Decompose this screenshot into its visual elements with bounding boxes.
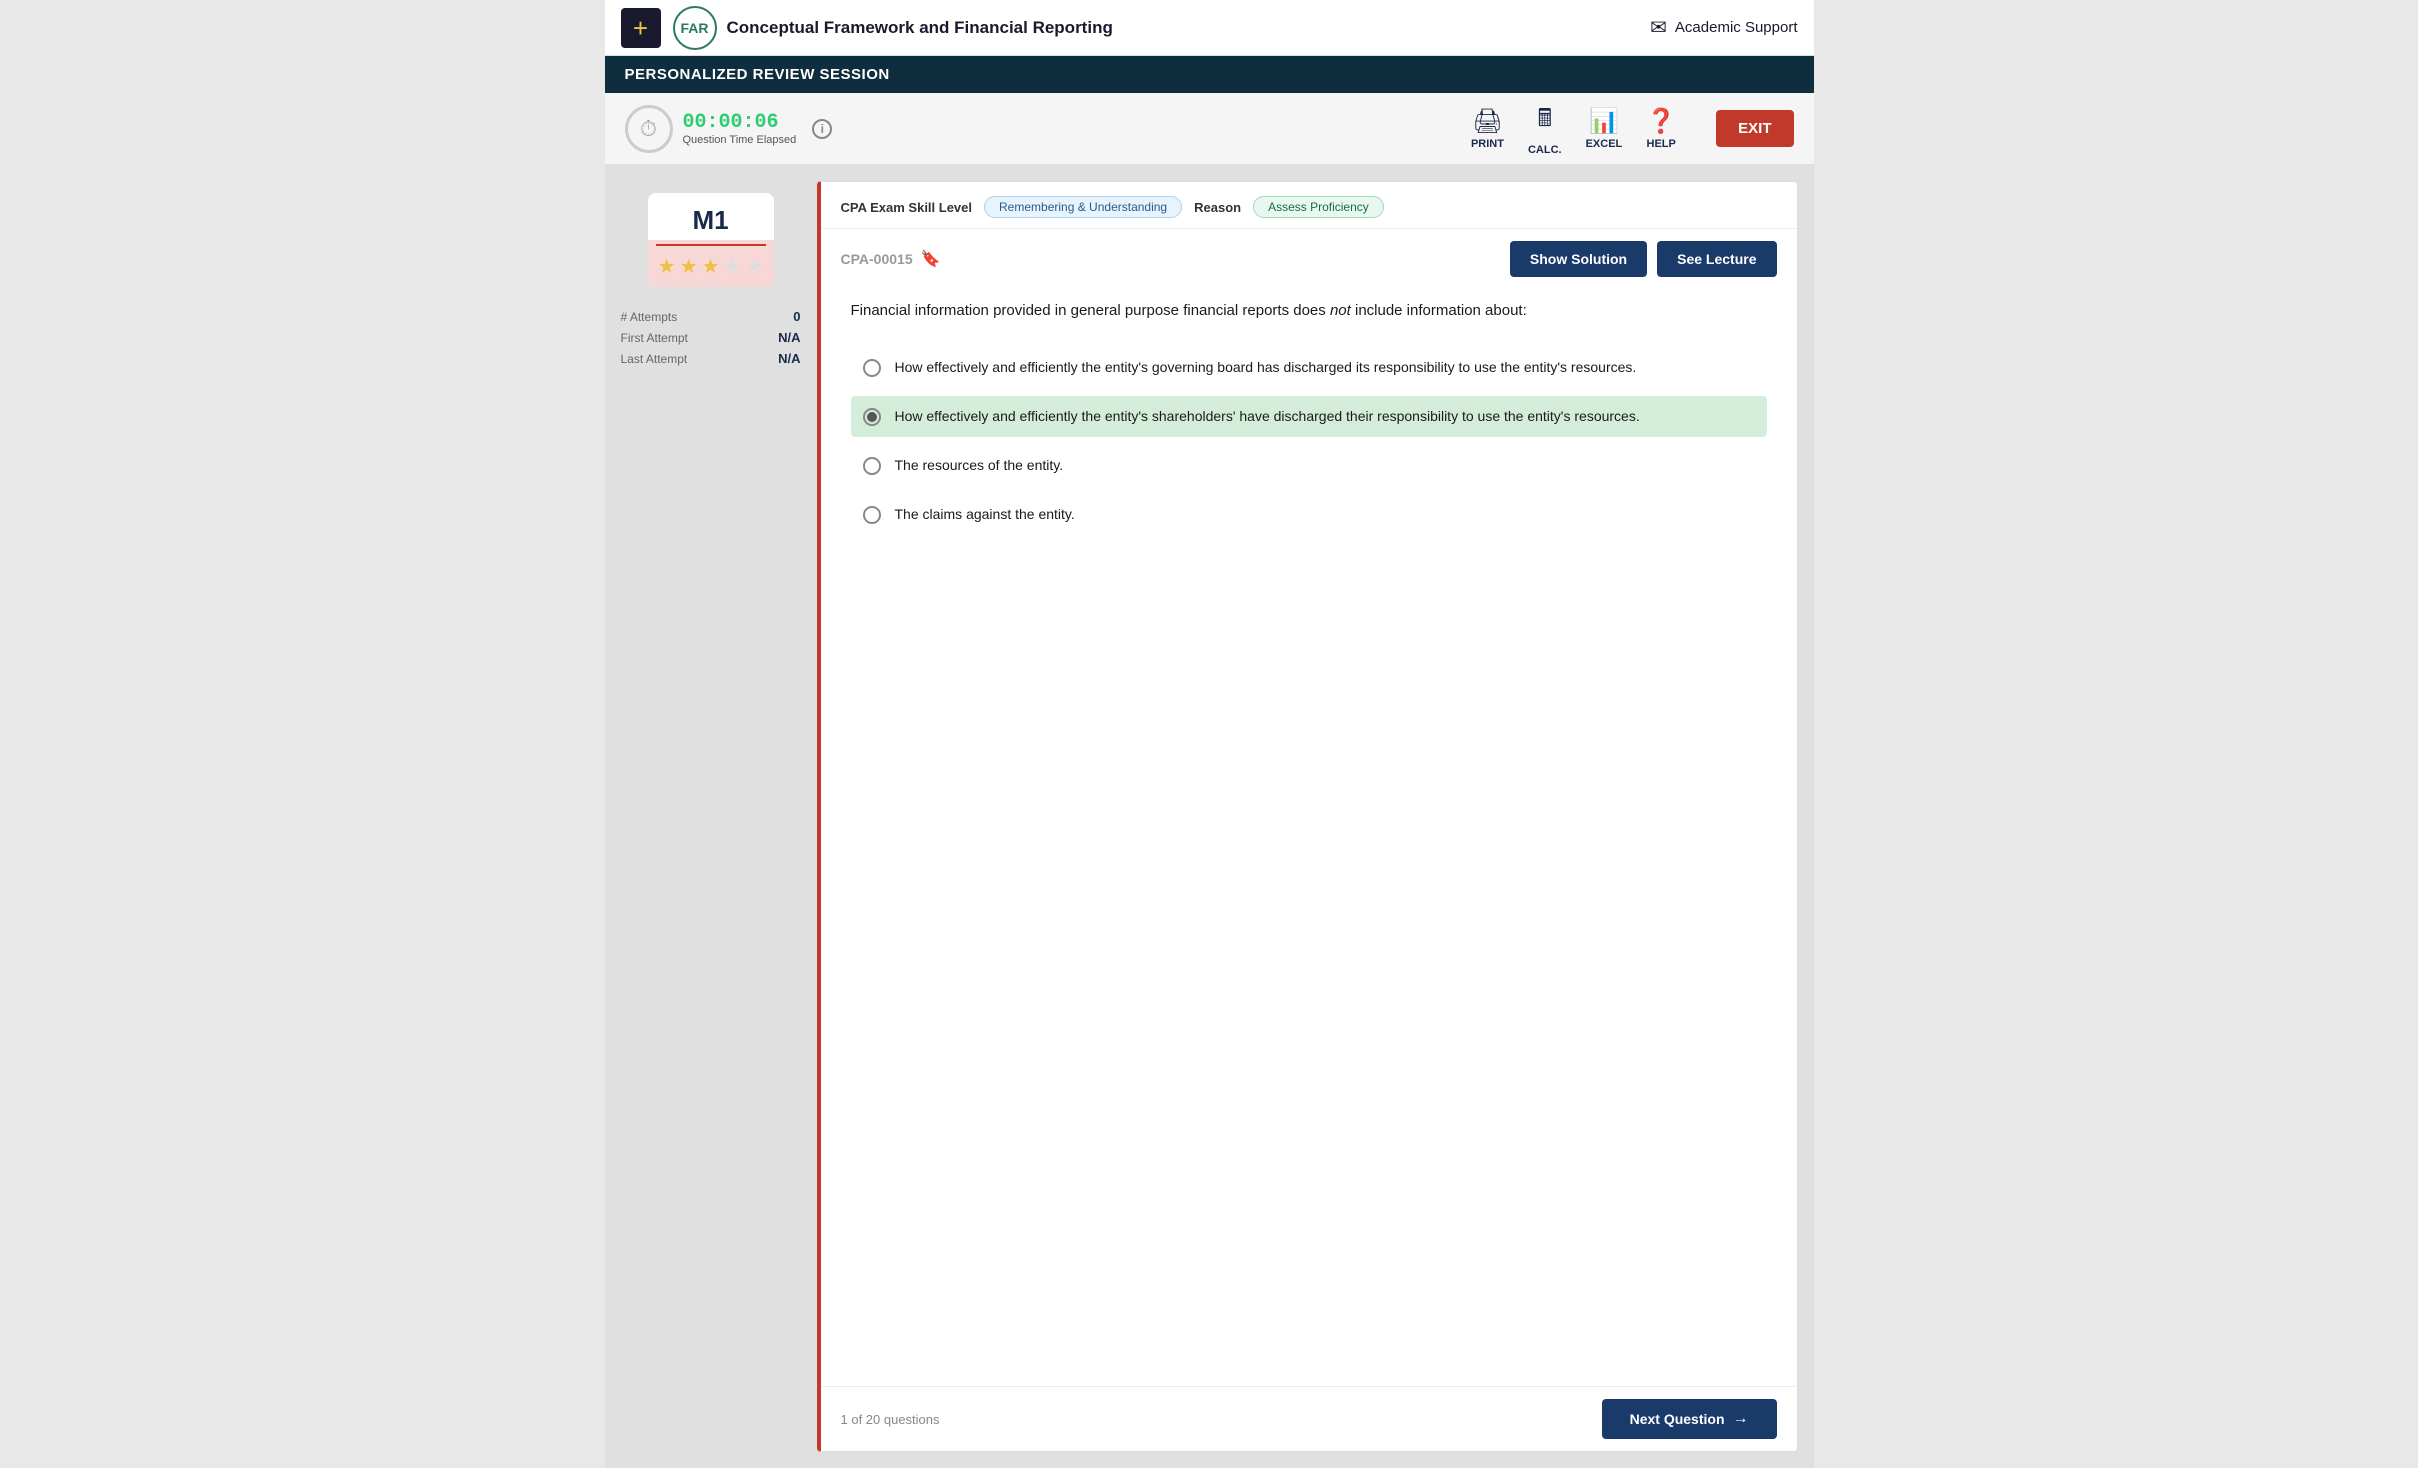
print-icon: 🖨 [1472, 107, 1502, 136]
session-header: PERSONALIZED REVIEW SESSION [605, 56, 1814, 93]
stats-section: # Attempts 0 First Attempt N/A Last Atte… [621, 309, 801, 372]
question-footer: 1 of 20 questions Next Question → [821, 1386, 1797, 1451]
session-title: PERSONALIZED REVIEW SESSION [625, 66, 1794, 83]
academic-support-link[interactable]: ✉ Academic Support [1650, 15, 1797, 40]
badge-divider [656, 244, 766, 246]
question-id: CPA-00015 🔖 [841, 249, 941, 269]
first-attempt-row: First Attempt N/A [621, 330, 801, 345]
next-question-button[interactable]: Next Question → [1602, 1399, 1777, 1439]
attempts-label: # Attempts [621, 310, 678, 324]
option-d-text: The claims against the entity. [895, 504, 1075, 525]
option-a-text: How effectively and efficiently the enti… [895, 357, 1637, 378]
skill-level-label: CPA Exam Skill Level [841, 200, 973, 215]
question-text: Financial information provided in genera… [851, 299, 1767, 323]
excel-icon: 📊 [1589, 107, 1619, 136]
option-b[interactable]: How effectively and efficiently the enti… [851, 396, 1767, 437]
help-button[interactable]: ❓ HELP [1646, 107, 1676, 150]
question-id-text: CPA-00015 [841, 251, 913, 267]
plus-icon: + [633, 15, 648, 41]
next-arrow: → [1733, 1410, 1749, 1428]
star-2: ★ [680, 254, 698, 279]
timer-digits: 00:00:06 [683, 111, 797, 134]
star-3: ★ [702, 254, 720, 279]
option-b-text: How effectively and efficiently the enti… [895, 406, 1640, 427]
badge-id: M1 [692, 205, 728, 236]
attempts-row: # Attempts 0 [621, 309, 801, 324]
calc-label: CALC. [1528, 144, 1562, 156]
skill-level-badge: Remembering & Understanding [984, 196, 1182, 218]
clock-icon: ⏱ [625, 105, 673, 153]
last-attempt-row: Last Attempt N/A [621, 351, 801, 366]
timer-area: ⏱ 00:00:06 Question Time Elapsed i [625, 105, 1471, 153]
last-attempt-label: Last Attempt [621, 352, 688, 366]
help-label: HELP [1647, 138, 1676, 150]
option-c-text: The resources of the entity. [895, 455, 1064, 476]
reason-label: Reason [1194, 200, 1241, 215]
info-icon[interactable]: i [812, 119, 832, 139]
first-attempt-label: First Attempt [621, 331, 688, 345]
left-panel: M1 ★ ★ ★ ★ ★ # Attempts 0 First Attempt … [621, 181, 801, 1452]
show-solution-button[interactable]: Show Solution [1510, 241, 1647, 277]
academic-support-label: Academic Support [1675, 19, 1798, 36]
option-d[interactable]: The claims against the entity. [851, 494, 1767, 535]
question-actions: Show Solution See Lecture [1510, 241, 1777, 277]
excel-button[interactable]: 📊 EXCEL [1586, 107, 1623, 150]
top-navigation: + FAR Conceptual Framework and Financial… [605, 0, 1814, 56]
far-badge: FAR [673, 6, 717, 50]
skill-row: CPA Exam Skill Level Remembering & Under… [821, 182, 1797, 229]
star-5: ★ [745, 254, 763, 279]
help-icon: ❓ [1646, 107, 1676, 136]
page-title: Conceptual Framework and Financial Repor… [727, 18, 1651, 38]
attempts-value: 0 [793, 309, 800, 324]
exit-button[interactable]: EXIT [1716, 110, 1793, 147]
progress-text: 1 of 20 questions [841, 1412, 940, 1427]
question-header: CPA-00015 🔖 Show Solution See Lecture [821, 229, 1797, 289]
radio-b-fill [867, 412, 877, 422]
star-1: ★ [658, 254, 676, 279]
question-panel: CPA Exam Skill Level Remembering & Under… [817, 181, 1798, 1452]
first-attempt-value: N/A [778, 330, 800, 345]
timer-label: Question Time Elapsed [683, 134, 797, 146]
next-button-label: Next Question [1630, 1411, 1725, 1427]
bookmark-icon[interactable]: 🔖 [921, 249, 941, 269]
radio-c[interactable] [863, 457, 881, 475]
question-body: Financial information provided in genera… [821, 289, 1797, 1386]
badge-card: M1 ★ ★ ★ ★ ★ [646, 191, 776, 289]
toolbar-tools: 🖨 PRINT 🖩 CALC. 📊 EXCEL ❓ HELP [1471, 101, 1676, 156]
radio-d[interactable] [863, 506, 881, 524]
reason-badge: Assess Proficiency [1253, 196, 1384, 218]
last-attempt-value: N/A [778, 351, 800, 366]
calc-icon: 🖩 [1538, 101, 1552, 142]
print-button[interactable]: 🖨 PRINT [1471, 107, 1504, 150]
main-content: M1 ★ ★ ★ ★ ★ # Attempts 0 First Attempt … [605, 165, 1814, 1468]
radio-b[interactable] [863, 408, 881, 426]
radio-a[interactable] [863, 359, 881, 377]
timer-text: 00:00:06 Question Time Elapsed [683, 111, 797, 146]
toolbar: ⏱ 00:00:06 Question Time Elapsed i 🖨 PRI… [605, 93, 1814, 165]
see-lecture-button[interactable]: See Lecture [1657, 241, 1776, 277]
option-a[interactable]: How effectively and efficiently the enti… [851, 347, 1767, 388]
mail-icon: ✉ [1650, 15, 1667, 40]
plus-button[interactable]: + [621, 8, 661, 48]
option-c[interactable]: The resources of the entity. [851, 445, 1767, 486]
star-4: ★ [723, 254, 741, 279]
stars-row: ★ ★ ★ ★ ★ [658, 254, 764, 279]
excel-label: EXCEL [1586, 138, 1623, 150]
print-label: PRINT [1471, 138, 1504, 150]
calc-button[interactable]: 🖩 CALC. [1528, 101, 1562, 156]
